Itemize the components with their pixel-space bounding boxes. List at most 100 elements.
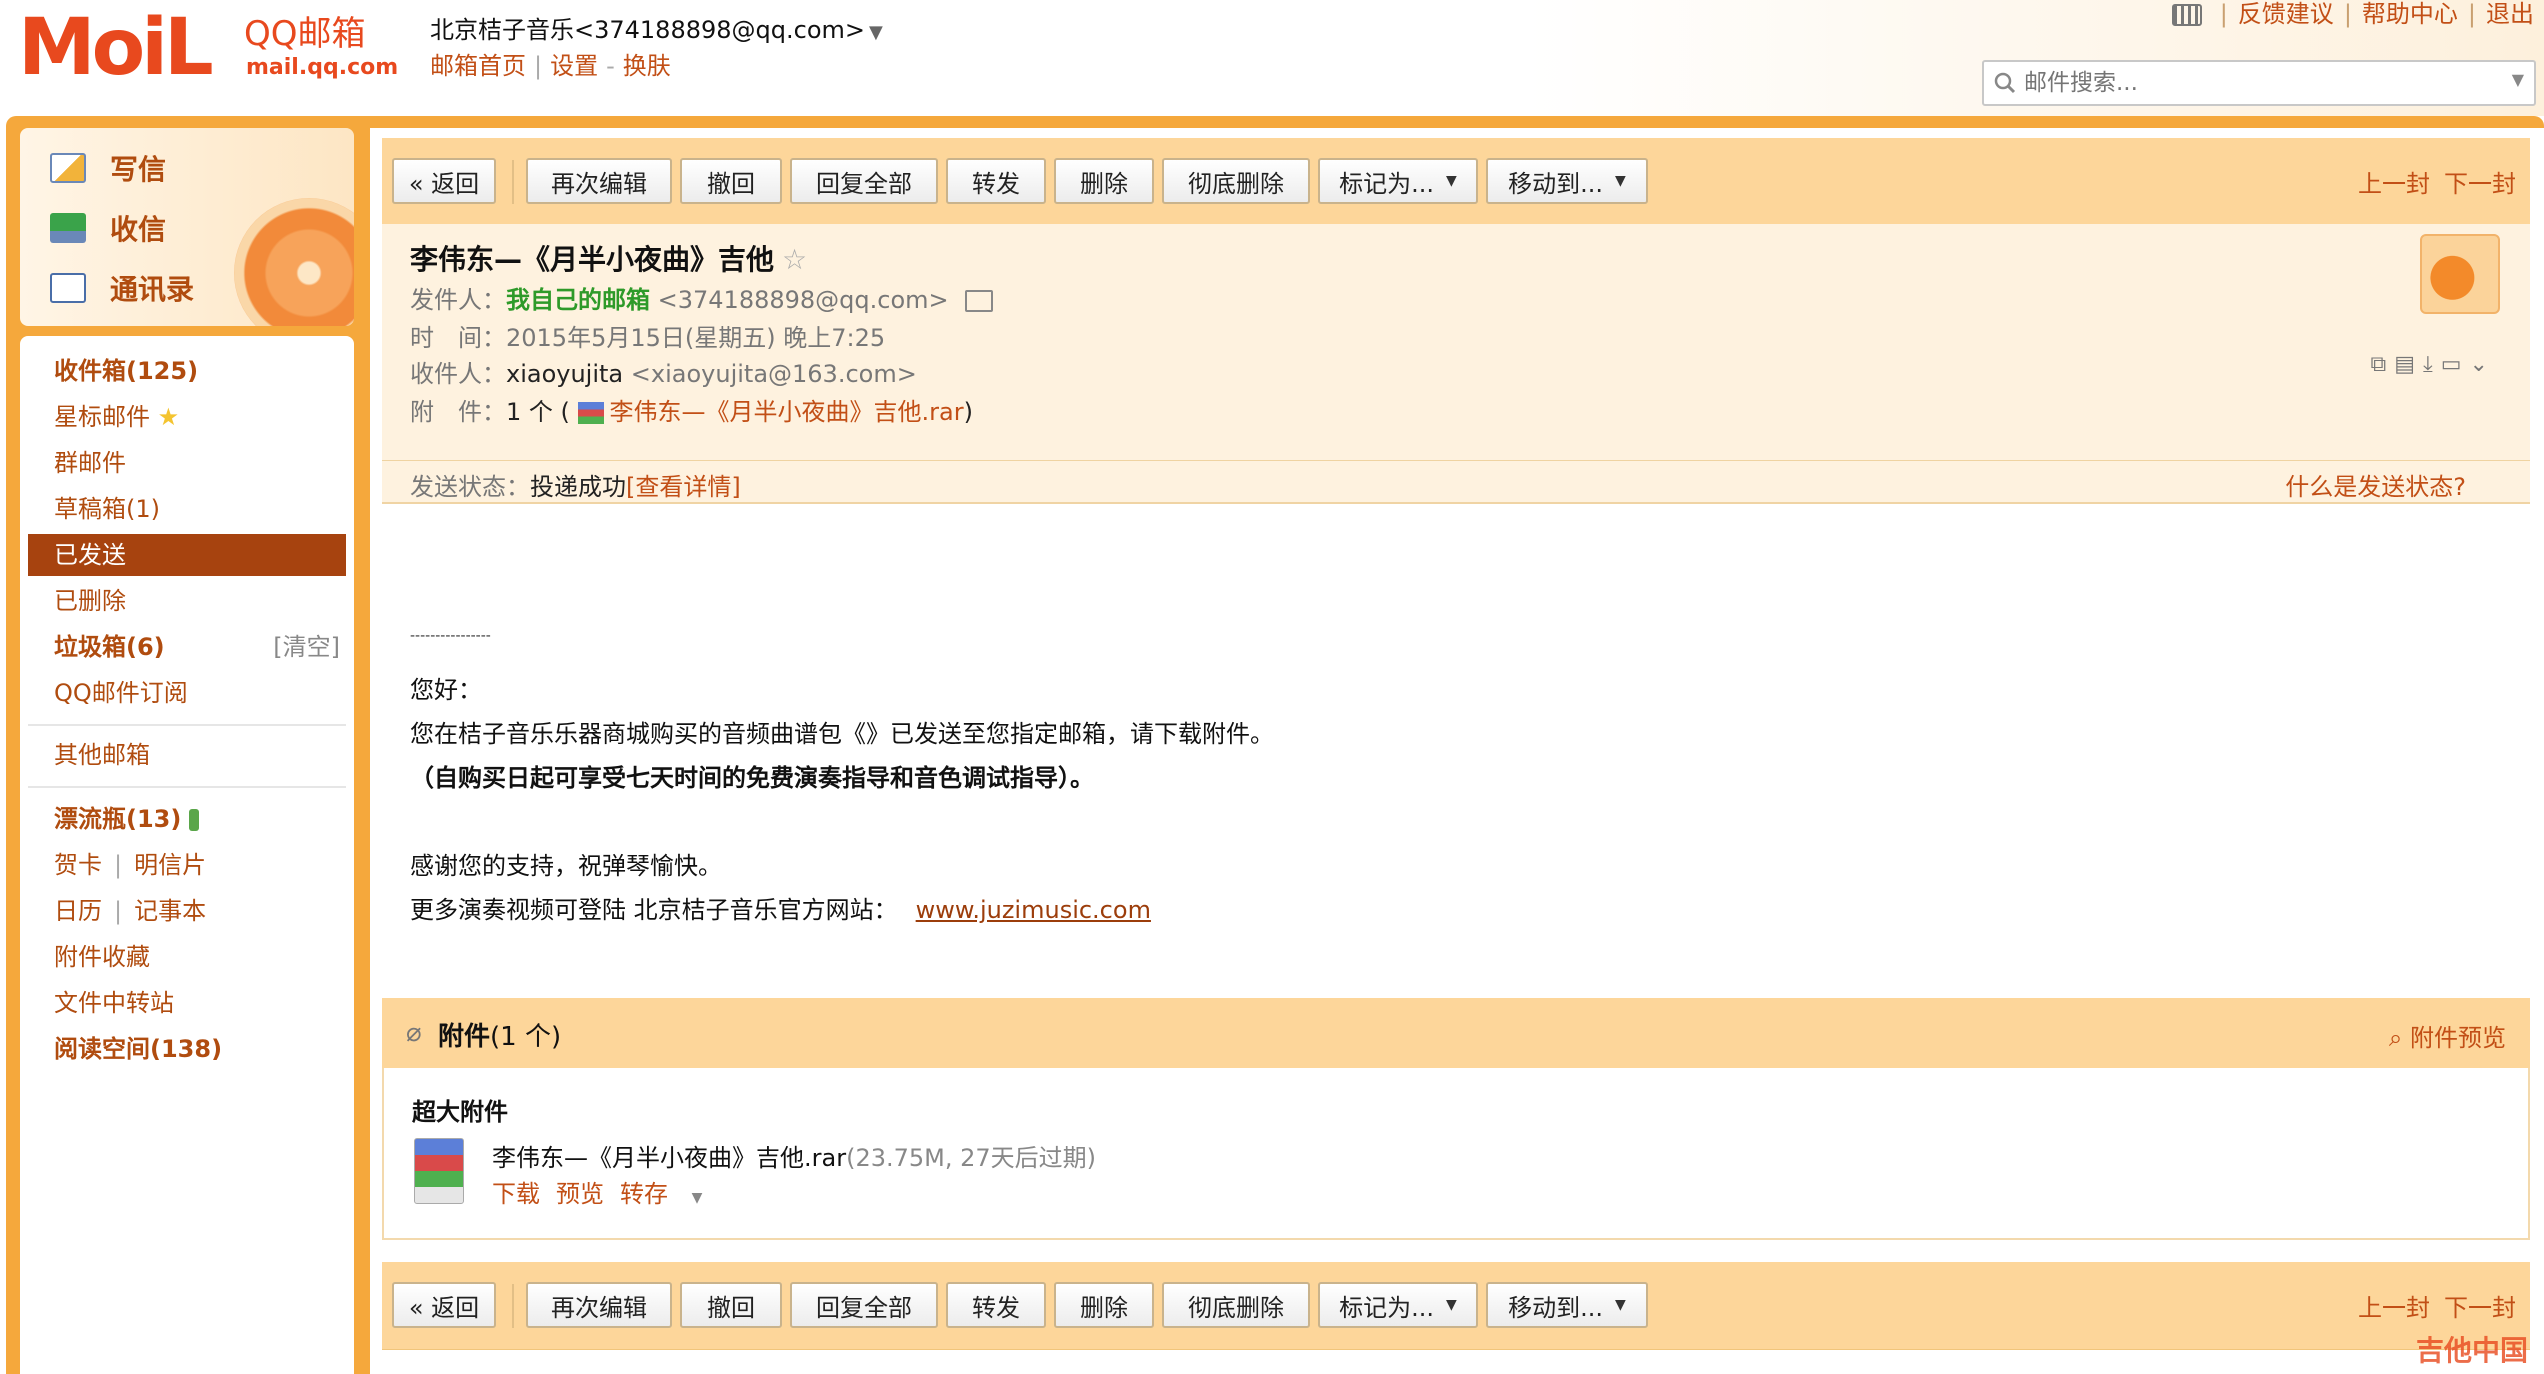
preview-link[interactable]: 预览 (556, 1180, 604, 1208)
mail-search-box[interactable]: ▼ (1982, 60, 2536, 106)
purge-button[interactable]: 彻底删除 (1162, 1282, 1310, 1328)
mark-as-dropdown[interactable]: 标记为... ▼ (1318, 1282, 1478, 1328)
mail-header: 李伟东—《月半小夜曲》吉他 ☆ 发件人：我自己的邮箱 <374188898@qq.… (382, 224, 2530, 504)
reply-all-button[interactable]: 回复全部 (790, 1282, 938, 1328)
contact-card-icon[interactable] (964, 290, 993, 312)
skin-link[interactable]: 换肤 (623, 52, 671, 80)
time-row: 时 间：2015年5月15日(星期五) 晚上7:25 (410, 324, 886, 352)
save-to-link[interactable]: 转存 ▼ (620, 1180, 718, 1208)
attachment-preview-link[interactable]: ⌕ 附件预览 (2389, 1018, 2506, 1053)
chevron-down-icon: ▼ (1615, 1297, 1626, 1313)
receive-button[interactable]: 收信 (50, 206, 166, 250)
recall-button[interactable]: 撤回 (680, 158, 782, 204)
settings-link[interactable]: 设置 (550, 52, 598, 80)
sidebar-item-bottle[interactable]: 漂流瓶(13) (28, 798, 346, 840)
body-line: （自购买日起可享受七天时间的免费演奏指导和音色调试指导）。 (410, 764, 1094, 792)
recall-button[interactable]: 撤回 (680, 1282, 782, 1328)
inbox-download-icon (50, 213, 86, 243)
sidebar-item-attach-fav[interactable]: 附件收藏 (28, 936, 346, 978)
paperclip-icon: ⌀ (406, 1018, 422, 1048)
spam-clear-link[interactable]: [清空] (273, 626, 340, 668)
sidebar-item-notes[interactable]: 记事本 (134, 897, 206, 925)
forward-button[interactable]: 转发 (946, 1282, 1046, 1328)
star-toggle-icon[interactable]: ☆ (782, 243, 807, 276)
main-content: « 返回 再次编辑 撤回 回复全部 转发 删除 彻底删除 标记为... ▼ 移动到… (370, 128, 2544, 1374)
reedit-button[interactable]: 再次编辑 (526, 1282, 672, 1328)
reply-all-button[interactable]: 回复全部 (790, 158, 938, 204)
compose-icon (50, 153, 86, 183)
sidebar-row-calendar: 日历 | 记事本 (54, 897, 207, 925)
prev-mail-link[interactable]: 上一封 (2358, 1294, 2430, 1322)
bottle-icon (188, 809, 199, 831)
forward-button[interactable]: 转发 (946, 158, 1046, 204)
attachment-file: 李伟东—《月半小夜曲》吉他.rar(23.75M, 27天后过期) (492, 1144, 1097, 1172)
prev-mail-link[interactable]: 上一封 (2358, 170, 2430, 198)
mail-home-link[interactable]: 邮箱首页 (430, 52, 526, 80)
help-link[interactable]: 帮助中心 (2362, 0, 2458, 28)
keyboard-icon[interactable] (2171, 4, 2202, 26)
delete-button[interactable]: 删除 (1054, 1282, 1154, 1328)
orange-decoration (234, 198, 354, 326)
body-greeting: 您好： (410, 676, 482, 704)
next-mail-link[interactable]: 下一封 (2444, 170, 2516, 198)
sender-avatar[interactable] (2420, 234, 2500, 314)
status-detail-link[interactable]: [查看详情] (626, 473, 741, 501)
sidebar-item-starred[interactable]: 星标邮件 ★ (28, 396, 346, 438)
sidebar-item-spam[interactable]: 垃圾箱(6) [清空] (28, 626, 346, 668)
chevron-down-icon: ▼ (1446, 1297, 1457, 1313)
attachment-link[interactable]: 李伟东—《月半小夜曲》吉他.rar (610, 398, 964, 426)
feedback-link[interactable]: 反馈建议 (2238, 0, 2334, 28)
compose-button[interactable]: 写信 (50, 146, 166, 190)
sidebar-item-other-mailbox[interactable]: 其他邮箱 (28, 734, 346, 776)
account-switcher[interactable]: 北京桔子音乐<374188898@qq.com> ▼ (430, 10, 883, 45)
chevron-down-icon: ▼ (691, 1190, 703, 1206)
sidebar-item-deleted[interactable]: 已删除 (28, 580, 346, 622)
contacts-button[interactable]: 通讯录 (50, 266, 194, 310)
website-link[interactable]: www.juzimusic.com (916, 896, 1151, 924)
mail-ops-icons[interactable]: ⧉▤⤓▭⌄ (2371, 352, 2496, 377)
move-to-dropdown[interactable]: 移动到... ▼ (1486, 158, 1648, 204)
logout-link[interactable]: 退出 (2486, 0, 2534, 28)
sidebar-item-calendar[interactable]: 日历 (54, 897, 102, 925)
sender-address: <374188898@qq.com> (657, 286, 949, 314)
contacts-label: 通讯录 (110, 273, 195, 306)
attachment-actions: 下载 预览 转存 ▼ (492, 1174, 718, 1209)
back-button[interactable]: « 返回 (392, 158, 496, 204)
next-mail-link[interactable]: 下一封 (2444, 1294, 2516, 1322)
sidebar-item-sent[interactable]: 已发送 (28, 534, 346, 576)
sidebar-item-drafts[interactable]: 草稿箱(1) (28, 488, 346, 530)
compose-label: 写信 (110, 153, 167, 186)
sidebar-item-greeting-card[interactable]: 贺卡 (54, 851, 102, 879)
sidebar-item-group[interactable]: 群邮件 (28, 442, 346, 484)
chevron-down-icon: ▼ (1446, 173, 1457, 189)
mail-pager: 上一封 下一封 (2358, 1288, 2516, 1323)
sender-name[interactable]: 我自己的邮箱 (506, 286, 650, 314)
site-watermark: 吉他中国 (2415, 1334, 2528, 1367)
sidebar-item-subscribe[interactable]: QQ邮件订阅 (28, 672, 346, 714)
sender-row: 发件人：我自己的邮箱 <374188898@qq.com> (410, 280, 993, 315)
reedit-button[interactable]: 再次编辑 (526, 158, 672, 204)
move-to-dropdown[interactable]: 移动到... ▼ (1486, 1282, 1648, 1328)
sidebar-item-reading[interactable]: 阅读空间(138) (28, 1028, 346, 1070)
sidebar-item-inbox[interactable]: 收件箱(125) (28, 350, 346, 392)
delete-button[interactable]: 删除 (1054, 158, 1154, 204)
mark-as-dropdown[interactable]: 标记为... ▼ (1318, 158, 1478, 204)
mail-toolbar-top: « 返回 再次编辑 撤回 回复全部 转发 删除 彻底删除 标记为... ▼ 移动到… (382, 138, 2530, 226)
contacts-card-icon (50, 273, 86, 303)
recipient-name[interactable]: xiaoyujita (506, 360, 623, 388)
sidebar-item-transfer[interactable]: 文件中转站 (28, 982, 346, 1024)
qq-mail-logo[interactable]: MoiL QQ邮箱 mail.qq.com (18, 8, 398, 88)
attachments-header: ⌀ 附件(1 个) ⌕ 附件预览 (382, 998, 2530, 1068)
search-dropdown-icon[interactable]: ▼ (2512, 70, 2524, 89)
download-link[interactable]: 下载 (492, 1180, 540, 1208)
status-help-link[interactable]: 什么是发送状态? (2285, 467, 2466, 502)
search-input[interactable] (2024, 68, 2474, 98)
divider (512, 1284, 514, 1328)
sidebar-folders: 收件箱(125) 星标邮件 ★ 群邮件 草稿箱(1) 已发送 已删除 垃圾箱(6… (20, 336, 354, 1374)
search-icon: ⌕ (2388, 1024, 2403, 1052)
sidebar-quick-actions: 写信 收信 通讯录 (20, 128, 354, 326)
sidebar-item-postcard[interactable]: 明信片 (134, 851, 206, 879)
send-status-value: 投递成功 (530, 473, 626, 501)
back-button[interactable]: « 返回 (392, 1282, 496, 1328)
purge-button[interactable]: 彻底删除 (1162, 158, 1310, 204)
